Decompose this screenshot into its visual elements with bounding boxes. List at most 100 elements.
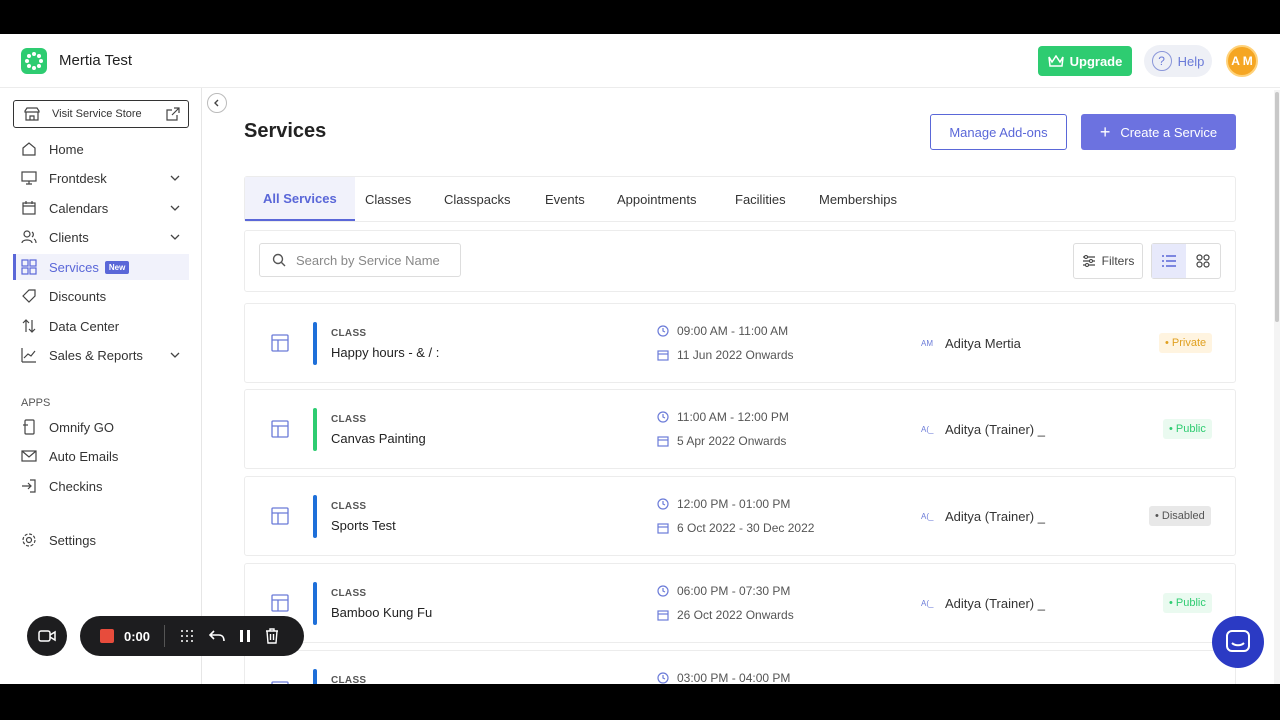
recording-timer: 0:00 (124, 628, 151, 644)
sidebar-item-services[interactable]: Services New (13, 254, 189, 280)
sidebar-item-discounts[interactable]: Discounts (13, 283, 189, 309)
sidebar-item-checkins[interactable]: Checkins (13, 473, 189, 499)
service-card[interactable]: CLASS Bamboo Kung Fu 06:00 PM - 07:30 PM… (244, 563, 1236, 643)
app-logo[interactable] (21, 48, 47, 74)
filters-button[interactable]: Filters (1073, 243, 1143, 279)
service-card[interactable]: CLASS Canvas Painting 11:00 AM - 12:00 P… (244, 389, 1236, 469)
instructor-name: Aditya (Trainer) _ (945, 422, 1045, 437)
grid-icon (21, 259, 37, 275)
clock-icon (657, 498, 669, 510)
scrollbar-thumb[interactable] (1275, 92, 1279, 322)
calendar-icon (657, 610, 669, 621)
tag-icon (22, 289, 36, 303)
search-icon (272, 253, 286, 267)
status-badge: • Disabled (1149, 506, 1211, 526)
service-instructor: A(_ Aditya (Trainer) _ (921, 422, 1045, 437)
tab-memberships[interactable]: Memberships (819, 177, 897, 221)
tab-facilities[interactable]: Facilities (735, 177, 786, 221)
mail-icon (21, 450, 37, 462)
clock-icon (657, 672, 669, 684)
trash-icon[interactable] (265, 628, 279, 644)
sidebar-item-label: Home (49, 141, 84, 157)
manage-addons-button[interactable]: Manage Add-ons (930, 114, 1067, 150)
service-time-text: 11:00 AM - 12:00 PM (677, 410, 789, 424)
sidebar-item-label: Clients (49, 229, 89, 245)
tab-classpacks[interactable]: Classpacks (444, 177, 510, 221)
service-category: CLASS (331, 675, 367, 684)
phone-icon (23, 419, 35, 435)
camera-toggle-button[interactable] (27, 616, 67, 656)
instructor-initials: AM (921, 339, 933, 348)
chevron-down-icon (170, 175, 180, 181)
service-category: CLASS (331, 501, 367, 512)
help-icon: ? (1151, 51, 1172, 71)
dots-grid-icon[interactable] (179, 628, 195, 644)
crown-icon (1047, 55, 1064, 67)
sidebar-item-home[interactable]: Home (13, 136, 189, 162)
bottom-letterbox (0, 684, 1280, 720)
service-card[interactable]: CLASS Sports Test 12:00 PM - 01:00 PM 6 … (244, 476, 1236, 556)
visit-service-store-button[interactable]: Visit Service Store (13, 100, 189, 128)
view-toggle (1151, 243, 1221, 279)
sliders-icon (1082, 255, 1095, 267)
help-button[interactable]: ? Help (1144, 45, 1212, 77)
clock-icon (657, 325, 669, 337)
collapse-sidebar-button[interactable] (207, 93, 227, 113)
arrows-updown-icon (22, 319, 36, 333)
help-label: Help (1177, 53, 1205, 69)
sidebar-item-settings[interactable]: Settings (13, 527, 189, 553)
external-link-icon (166, 107, 180, 121)
status-badge: • Private (1159, 333, 1213, 353)
visit-store-label: Visit Service Store (52, 108, 142, 120)
page-scrollbar[interactable] (1274, 90, 1280, 684)
stop-recording-button[interactable] (100, 629, 114, 643)
sidebar-item-clients[interactable]: Clients (13, 224, 189, 250)
chat-support-button[interactable] (1212, 616, 1264, 668)
undo-icon[interactable] (209, 629, 225, 643)
layout-icon (271, 334, 289, 352)
sidebar-item-sales-reports[interactable]: Sales & Reports (13, 342, 189, 368)
sidebar-item-frontdesk[interactable]: Frontdesk (13, 165, 189, 191)
chat-icon (1226, 630, 1250, 652)
calendar-icon (22, 201, 36, 215)
layout-icon (271, 420, 289, 438)
create-service-button[interactable]: + Create a Service (1081, 114, 1236, 150)
upgrade-button[interactable]: Upgrade (1038, 46, 1132, 76)
clock-icon (657, 411, 669, 423)
calendar-icon (657, 350, 669, 361)
status-badge: • Public (1163, 593, 1212, 613)
monitor-icon (21, 171, 37, 185)
service-card[interactable]: CLASS 03:00 PM - 04:00 PM (244, 650, 1236, 684)
sidebar-item-omnify-go[interactable]: Omnify GO (13, 414, 189, 440)
service-date-text: 6 Oct 2022 - 30 Dec 2022 (677, 521, 815, 535)
video-camera-icon (38, 630, 56, 642)
service-time: 11:00 AM - 12:00 PM (657, 410, 789, 424)
sidebar-item-auto-emails[interactable]: Auto Emails (13, 443, 189, 469)
service-date-text: 11 Jun 2022 Onwards (677, 348, 794, 362)
sidebar-item-label: Calendars (49, 200, 109, 216)
list-view-button[interactable] (1152, 244, 1186, 278)
grid-view-button[interactable] (1186, 244, 1220, 278)
chevron-down-icon (170, 234, 180, 240)
store-icon (24, 107, 40, 121)
service-instructor: A(_ Aditya (Trainer) _ (921, 509, 1045, 524)
sidebar-item-data-center[interactable]: Data Center (13, 313, 189, 339)
list-view-icon (1162, 255, 1176, 267)
pause-icon[interactable] (239, 629, 251, 643)
tab-classes[interactable]: Classes (365, 177, 411, 221)
sidebar-item-calendars[interactable]: Calendars (13, 195, 189, 221)
tab-appointments[interactable]: Appointments (617, 177, 697, 221)
search-input[interactable]: Search by Service Name (259, 243, 461, 277)
service-date: 26 Oct 2022 Onwards (657, 608, 794, 622)
sidebar-item-label: Omnify GO (49, 419, 115, 435)
tab-all-services[interactable]: All Services (245, 177, 355, 221)
sidebar-item-label: Frontdesk (49, 170, 107, 186)
tab-events[interactable]: Events (545, 177, 585, 221)
instructor-initials: A(_ (921, 425, 934, 434)
layout-icon (271, 594, 289, 612)
service-tabs: All Services Classes Classpacks Events A… (244, 176, 1236, 222)
search-placeholder: Search by Service Name (296, 252, 440, 268)
filters-label: Filters (1101, 254, 1135, 268)
user-avatar[interactable]: A M (1226, 45, 1258, 77)
service-card[interactable]: CLASS Happy hours - & / : 09:00 AM - 11:… (244, 303, 1236, 383)
